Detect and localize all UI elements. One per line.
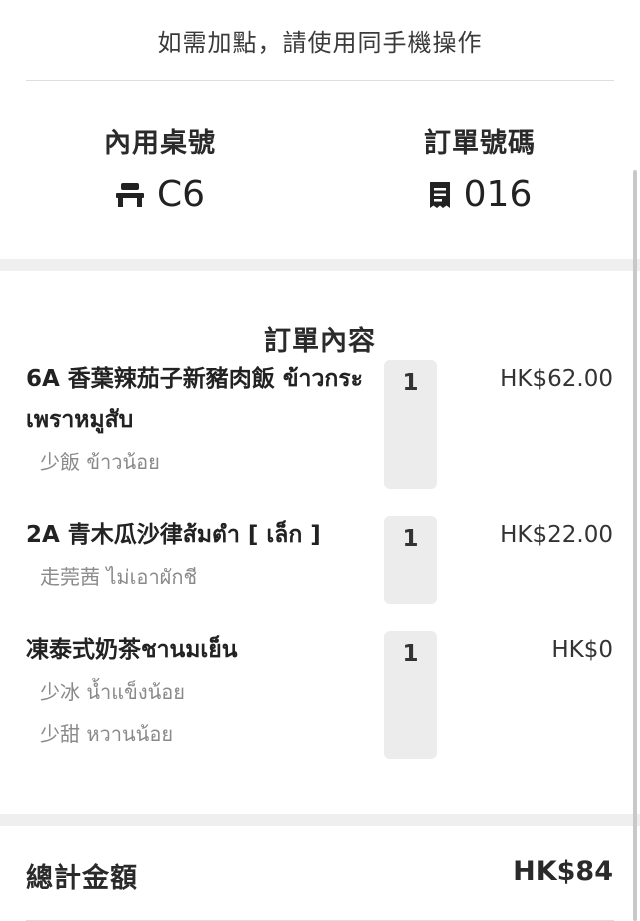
quantity-box[interactable]: 1 [384,360,437,489]
item-option: 少冰 น้ำแข็งน้อย [40,680,185,704]
total-value: HK$84 [513,856,613,887]
total-label: 總計金額 [26,863,138,894]
total-row: 總計金額 HK$84 [0,826,640,921]
scrollbar[interactable] [633,170,637,921]
item-option: 少甜 หวานน้อย [40,722,174,746]
notice-bar: 如需加點，請使用同手機操作 [0,0,640,80]
order-number-label: 訂單號碼 [424,128,536,159]
table-number-value: C6 [115,174,205,215]
order-number-text: 016 [463,174,533,215]
quantity-value: 1 [402,641,419,667]
quantity-box[interactable]: 1 [384,631,437,759]
notice-text: 如需加點，請使用同手機操作 [157,28,483,57]
receipt-icon [428,181,452,209]
order-item: 2A 青木瓜沙律ส้มตำ [ เล็ก ] 走莞茜 ไม่เอาผักชี 1… [0,515,640,630]
section-gap [0,814,640,826]
item-option: 走莞茜 ไม่เอาผักชี [40,565,198,589]
quantity-box[interactable]: 1 [384,516,437,604]
table-number-label: 內用桌號 [104,128,216,159]
quantity-value: 1 [402,370,419,396]
order-title: 訂單內容 [264,326,376,357]
section-gap [0,259,640,271]
table-number-text: C6 [156,174,206,215]
item-option: 少飯 ข้าวน้อย [40,450,160,474]
item-price: HK$62.00 [500,366,613,392]
order-item: 凍泰式奶茶ชานมเย็น 少冰 น้ำแข็งน้อย 少甜 หวานน้อย… [0,630,640,770]
item-name: 2A 青木瓜沙律ส้มตำ [ เล็ก ] 走莞茜 ไม่เอาผักชี [26,515,371,598]
order-item: 6A 香葉辣茄子新豬肉飯 ข้าวกระเพราหมูสับ 少飯 ข้าวน้… [0,359,640,515]
table-number-block: 內用桌號 C6 [0,81,320,259]
order-number-block: 訂單號碼 016 [320,81,640,259]
table-icon [115,182,145,208]
item-name: 凍泰式奶茶ชานมเย็น 少冰 น้ำแข็งน้อย 少甜 หวานน้อย [26,630,371,755]
item-name: 6A 香葉辣茄子新豬肉飯 ข้าวกระเพราหมูสับ 少飯 ข้าวน้… [26,359,371,483]
quantity-value: 1 [402,526,419,552]
order-number-value: 016 [428,174,533,215]
info-row: 內用桌號 C6 訂單號碼 016 [0,81,640,259]
item-price: HK$22.00 [500,522,613,548]
item-price: HK$0 [551,637,613,663]
order-section: 訂單內容 6A 香葉辣茄子新豬肉飯 ข้าวกระเพราหมูสับ 少飯 ข… [0,271,640,770]
